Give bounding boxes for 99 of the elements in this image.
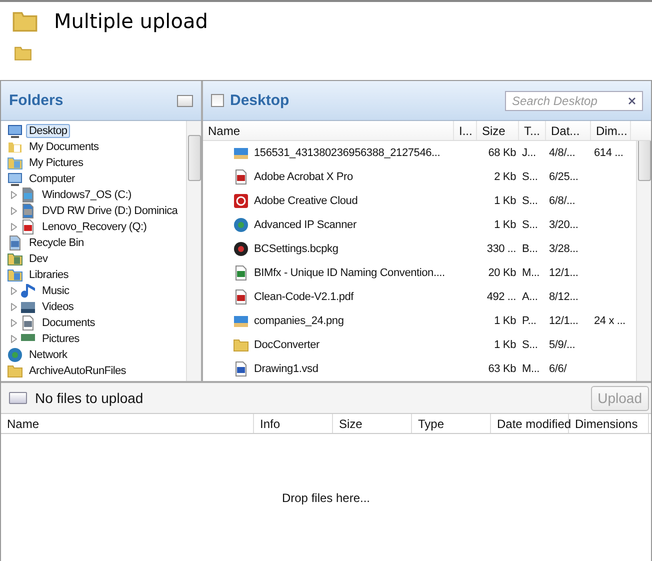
file-name[interactable]: DocConverter: [254, 339, 320, 351]
file-icon: [233, 169, 249, 185]
table-cell-text: 68 Kb: [487, 147, 517, 159]
file-icon: [233, 193, 249, 209]
table-cell-text: 24 x ...: [593, 315, 626, 327]
tree-item[interactable]: Videos: [39, 300, 77, 314]
file-name[interactable]: Adobe Creative Cloud: [254, 195, 358, 207]
table-cell-text: 6/8/...: [548, 195, 576, 207]
close-icon[interactable]: [628, 96, 636, 104]
tree-item[interactable]: Lenovo_Recovery (Q:): [39, 220, 150, 234]
column-header[interactable]: Dat...: [546, 121, 591, 140]
table-cell-text: 1 Kb: [493, 315, 517, 327]
panel-title: Folders: [9, 92, 64, 109]
table-cell-text: M...: [521, 363, 541, 375]
tree-item[interactable]: Libraries: [26, 268, 72, 282]
table-cell-text: 12/1...: [548, 267, 580, 279]
tree-item[interactable]: Network: [26, 348, 70, 362]
expander-icon[interactable]: [11, 207, 17, 215]
drop-hint: Drop files here...: [282, 490, 370, 504]
table-cell-text: J...: [521, 147, 537, 159]
table-cell-text: 1 Kb: [493, 219, 517, 231]
expander-icon[interactable]: [11, 303, 17, 311]
table-cell-text: B...: [521, 243, 539, 255]
file-name[interactable]: BIMfx - Unique ID Naming Convention....: [254, 267, 445, 279]
table-cell-text: 4/8/...: [548, 147, 576, 159]
table-cell-text: S...: [521, 339, 539, 351]
panel-title: Desktop: [230, 92, 290, 109]
expander-icon[interactable]: [11, 191, 17, 199]
column-header[interactable]: Type: [412, 414, 491, 433]
tree-item[interactable]: Desktop: [26, 124, 70, 138]
tree-item[interactable]: Music: [39, 284, 72, 298]
table-cell-text: P...: [521, 315, 538, 327]
tree-item[interactable]: Recycle Bin: [26, 236, 87, 250]
tree-item[interactable]: ArchiveAutoRunFiles: [26, 364, 130, 378]
tree-item[interactable]: My Pictures: [26, 156, 86, 170]
column-header[interactable]: Dim...: [591, 121, 631, 140]
table-cell-text: M...: [521, 267, 541, 279]
file-icon: [233, 241, 249, 257]
file-icon: [233, 313, 249, 329]
table-cell-text: 5/9/...: [548, 339, 576, 351]
expander-icon[interactable]: [11, 319, 17, 327]
column-header[interactable]: I...: [454, 121, 477, 140]
table-cell-text: 6/25...: [548, 171, 580, 183]
table-cell-text: 3/28...: [548, 243, 580, 255]
upload-status: No files to upload: [35, 390, 144, 406]
column-header[interactable]: Size: [477, 121, 519, 140]
table-cell-text: 492 ...: [486, 291, 517, 303]
table-cell-text: 63 Kb: [487, 363, 517, 375]
table-cell-text: 1 Kb: [493, 195, 517, 207]
table-cell-text: 12/1...: [548, 315, 580, 327]
tree-item[interactable]: My Documents: [26, 140, 102, 154]
tree-item[interactable]: Windows7_OS (C:): [39, 188, 134, 202]
tree-item[interactable]: Documents: [39, 316, 98, 330]
file-name[interactable]: Clean-Code-V2.1.pdf: [254, 291, 354, 303]
file-icon: [233, 289, 249, 305]
expander-icon[interactable]: [11, 335, 17, 343]
column-header[interactable]: Name: [203, 121, 454, 140]
select-all-checkbox[interactable]: [211, 94, 224, 107]
table-cell-text: S...: [521, 195, 539, 207]
panel-toggle-icon[interactable]: [177, 94, 193, 106]
table-cell-text: 8/12...: [548, 291, 580, 303]
file-icon: [233, 145, 249, 161]
file-name[interactable]: 156531_431380236956388_2127546...: [254, 147, 440, 159]
tree-item[interactable]: Computer: [26, 172, 78, 186]
expander-icon[interactable]: [11, 287, 17, 295]
table-cell-text: 6/6/: [548, 363, 568, 375]
column-header[interactable]: Dimensions: [569, 414, 649, 433]
file-name[interactable]: Adobe Acrobat X Pro: [254, 171, 353, 183]
file-name[interactable]: Drawing1.vsd: [254, 363, 318, 375]
column-header[interactable]: Info: [254, 414, 333, 433]
file-name[interactable]: companies_24.png: [254, 315, 344, 327]
tree-item[interactable]: DVD RW Drive (D:) Dominica: [39, 204, 181, 218]
column-header[interactable]: T...: [519, 121, 546, 140]
scrollbar[interactable]: [636, 141, 651, 381]
file-icon: [233, 361, 249, 377]
drive-icon: [9, 392, 27, 404]
column-header[interactable]: Name: [1, 414, 254, 433]
table-cell-text: 2 Kb: [493, 171, 517, 183]
tree-item[interactable]: Pictures: [39, 332, 82, 346]
file-name[interactable]: Advanced IP Scanner: [254, 219, 356, 231]
table-cell-text: S...: [521, 219, 539, 231]
file-icon: [233, 265, 249, 281]
table-cell-text: 614 ...: [593, 147, 624, 159]
tree-item[interactable]: Dev: [26, 252, 51, 266]
table-cell-text: 330 ...: [486, 243, 517, 255]
scrollbar[interactable]: [186, 121, 201, 381]
column-header[interactable]: Date modified: [491, 414, 569, 433]
table-cell-text: A...: [521, 291, 539, 303]
column-header[interactable]: Size: [333, 414, 412, 433]
table-cell-text: 1 Kb: [493, 339, 517, 351]
file-icon: [233, 217, 249, 233]
file-name[interactable]: BCSettings.bcpkg: [254, 243, 338, 255]
table-cell-text: S...: [521, 171, 539, 183]
search-field[interactable]: Search Desktop: [505, 90, 643, 110]
table-cell-text: 3/20...: [548, 219, 580, 231]
page-title: Multiple upload: [54, 9, 208, 33]
file-icon: [233, 337, 249, 353]
table-cell-text: 20 Kb: [487, 267, 517, 279]
expander-icon[interactable]: [11, 223, 17, 231]
